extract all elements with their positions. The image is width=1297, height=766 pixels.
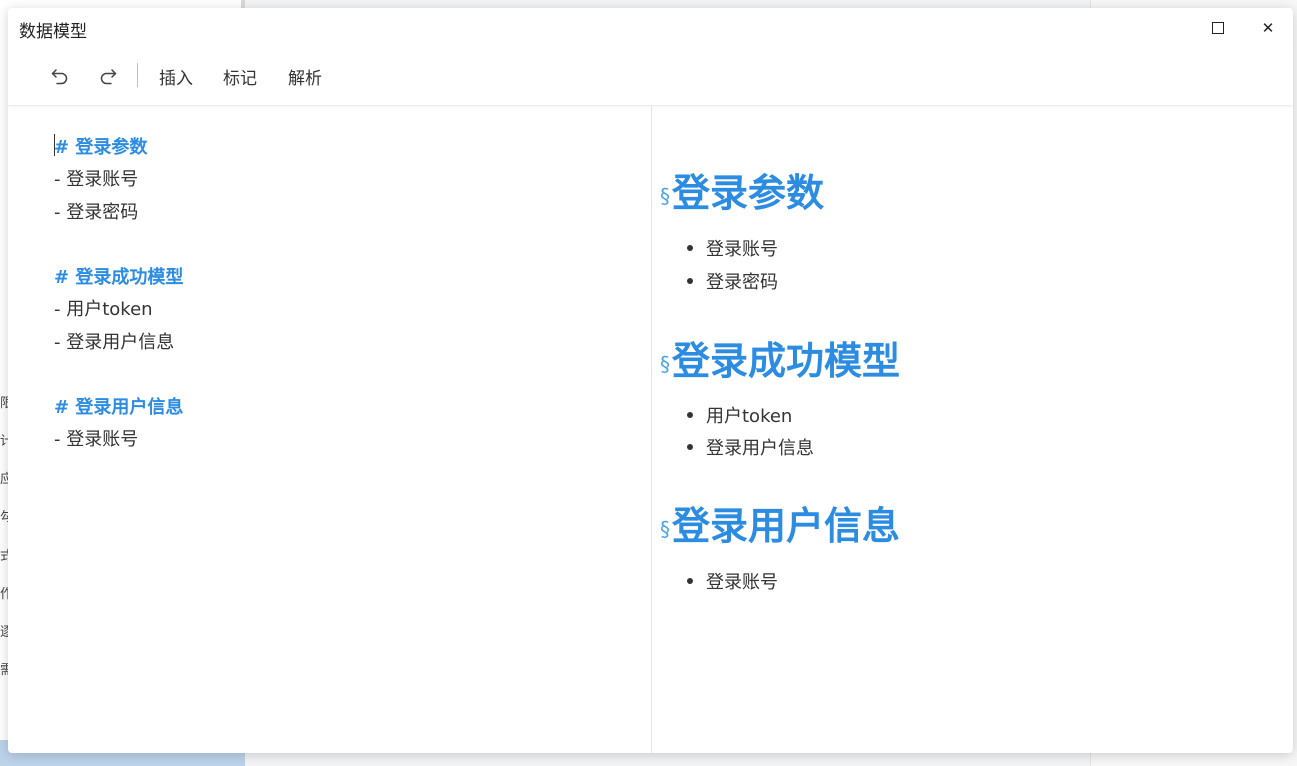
- editor-list-line[interactable]: - 登录密码: [54, 198, 138, 224]
- bullet-icon: [687, 245, 693, 251]
- markdown-preview: §登录参数 登录账号 登录密码 §登录成功模型 用户token 登录用户信息 §…: [652, 106, 1293, 753]
- undo-icon: [51, 69, 68, 85]
- preview-heading-text: 登录用户信息: [672, 504, 901, 548]
- markdown-editor[interactable]: # 登录参数 - 登录账号 - 登录密码 # 登录成功模型 - 用户token …: [8, 106, 652, 753]
- heading-anchor-icon[interactable]: §: [660, 352, 670, 376]
- background-text-fragment: 需: [0, 663, 8, 678]
- data-model-dialog: 数据模型 ✕ 插入 标记 解析 # 登录参数 - 登录账号 - 登录密码 # 登…: [8, 8, 1293, 753]
- editor-list-line[interactable]: - 登录账号: [54, 425, 138, 451]
- preview-list-item-text: 登录账号: [706, 239, 778, 260]
- redo-icon: [100, 69, 117, 85]
- editor-heading-line[interactable]: # 登录成功模型: [54, 263, 183, 289]
- insert-menu[interactable]: 插入: [159, 64, 193, 89]
- parse-menu[interactable]: 解析: [288, 64, 322, 89]
- preview-list-item-text: 登录账号: [706, 572, 778, 593]
- maximize-icon: [1212, 22, 1224, 34]
- preview-heading: §登录成功模型: [660, 330, 900, 385]
- preview-heading: §登录参数: [660, 162, 824, 217]
- editor-heading-line[interactable]: # 登录用户信息: [54, 393, 183, 419]
- bullet-icon: [687, 578, 693, 584]
- close-icon: ✕: [1261, 19, 1275, 37]
- bullet-icon: [687, 444, 693, 450]
- preview-heading-text: 登录参数: [672, 171, 825, 215]
- editor-list-line[interactable]: - 登录用户信息: [54, 328, 174, 354]
- dialog-titlebar: 数据模型 ✕: [8, 8, 1293, 48]
- preview-list-item-text: 登录用户信息: [706, 438, 814, 459]
- toolbar-separator: [137, 63, 138, 87]
- background-text-fragment: 逐: [0, 625, 8, 640]
- preview-list-item: 用户token: [687, 402, 792, 428]
- maximize-button[interactable]: [1204, 14, 1232, 42]
- preview-list-item-text: 用户token: [706, 406, 793, 427]
- heading-anchor-icon[interactable]: §: [660, 184, 670, 208]
- close-button[interactable]: ✕: [1254, 14, 1282, 42]
- preview-list-item-text: 登录密码: [706, 272, 778, 293]
- dialog-title: 数据模型: [19, 22, 87, 42]
- preview-list-item: 登录账号: [687, 235, 778, 261]
- bullet-icon: [687, 412, 693, 418]
- preview-heading: §登录用户信息: [660, 495, 900, 550]
- editor-list-line[interactable]: - 登录账号: [54, 165, 138, 191]
- preview-heading-text: 登录成功模型: [672, 339, 901, 383]
- preview-list-item: 登录用户信息: [687, 434, 814, 460]
- redo-button[interactable]: [94, 62, 122, 90]
- editor-list-line[interactable]: - 用户token: [54, 295, 153, 321]
- preview-list-item: 登录密码: [687, 268, 778, 294]
- background-text-fragment: 应: [0, 472, 8, 487]
- background-text-fragment: 作: [0, 587, 8, 602]
- editor-toolbar: 插入 标记 解析: [8, 48, 1293, 106]
- editor-heading-line[interactable]: # 登录参数: [54, 133, 147, 159]
- background-text-fragment: 限: [0, 396, 8, 411]
- heading-anchor-icon[interactable]: §: [660, 517, 670, 541]
- background-text-fragment: 勾: [0, 510, 8, 525]
- bullet-icon: [687, 278, 693, 284]
- undo-button[interactable]: [46, 62, 74, 90]
- background-text-fragment: 计: [0, 434, 8, 449]
- preview-list-item: 登录账号: [687, 568, 778, 594]
- background-text-fragment: 式: [0, 549, 8, 564]
- mark-menu[interactable]: 标记: [223, 64, 257, 89]
